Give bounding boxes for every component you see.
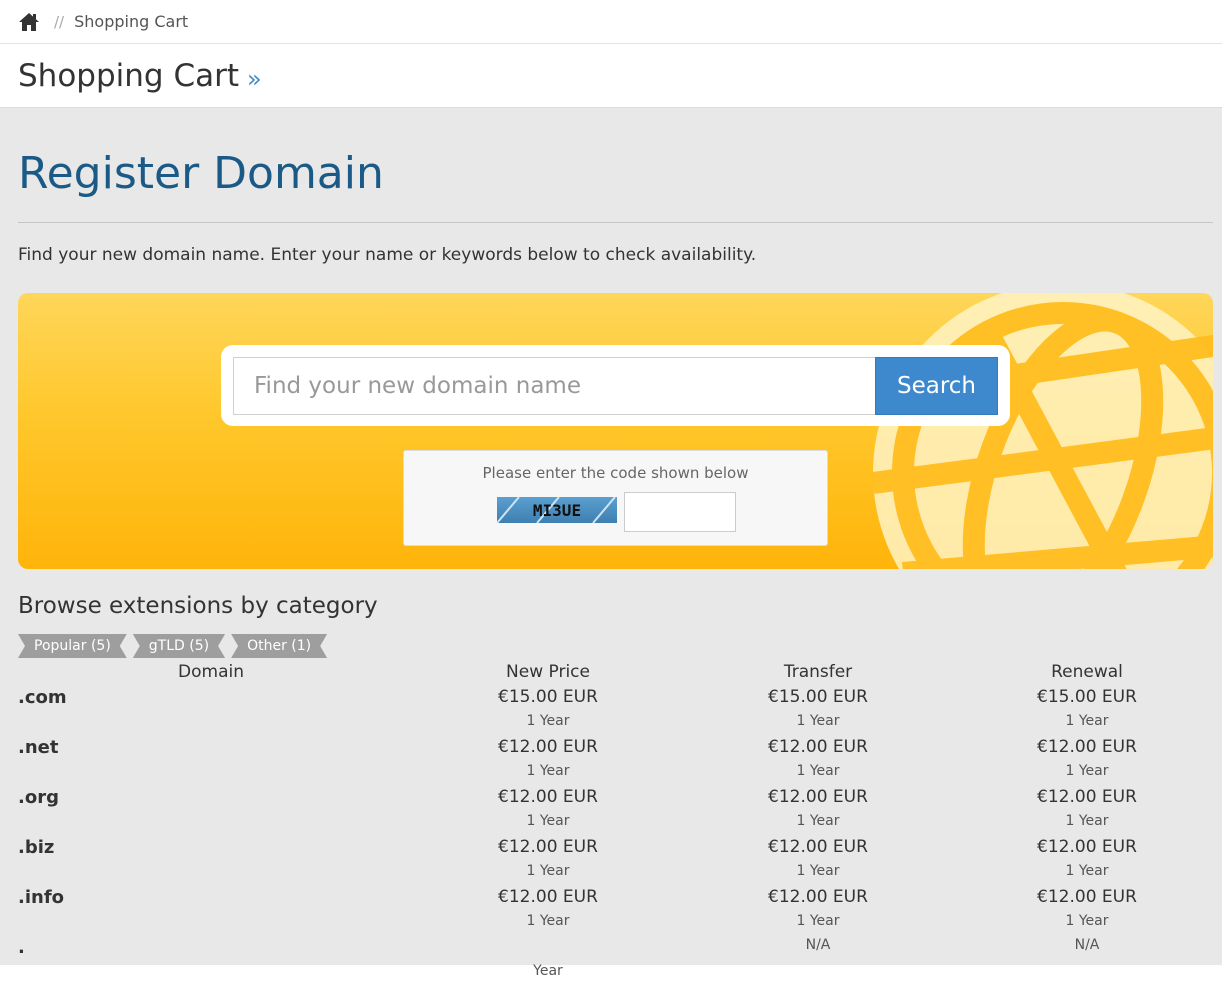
page-title: Shopping Cart [18,57,239,94]
transfer-period: 1 Year [796,763,840,779]
renewal-period: 1 Year [1065,863,1109,879]
browse-extensions-title: Browse extensions by category [18,593,378,619]
intro-text: Find your new domain name. Enter your na… [18,245,757,265]
table-row: .com €15.00 EUR 1 Year €15.00 EUR 1 Year… [18,687,1213,737]
home-icon[interactable] [18,12,40,32]
new-price-period: 1 Year [526,763,570,779]
transfer-period: 1 Year [796,713,840,729]
table-row: .org €12.00 EUR 1 Year €12.00 EUR 1 Year… [18,787,1213,837]
transfer-price: €12.00 EUR [768,887,868,907]
main-content: Register Domain Find your new domain nam… [0,108,1222,979]
transfer-price: €12.00 EUR [768,737,868,757]
new-price-period: 1 Year [526,713,570,729]
new-price-period: Year [533,963,563,979]
transfer-price: €15.00 EUR [768,687,868,707]
captcha-box: Please enter the code shown below MI3UE [403,450,828,546]
transfer-price: €12.00 EUR [768,787,868,807]
renewal-period: 1 Year [1065,763,1109,779]
new-price: €12.00 EUR [498,837,598,857]
renewal-price: €12.00 EUR [1037,887,1137,907]
globe-icon [871,293,1213,569]
transfer-period: 1 Year [796,813,840,829]
page-header: Shopping Cart » [0,44,1222,108]
transfer-period: 1 Year [796,863,840,879]
tag-gtld[interactable]: gTLD (5) [133,634,225,658]
new-price: €12.00 EUR [498,787,598,807]
captcha-image: MI3UE [497,497,617,523]
domain-search-input[interactable] [233,357,875,415]
transfer-period: 1 Year [796,913,840,929]
double-chevron-right-icon: » [246,64,262,93]
renewal-period: 1 Year [1065,813,1109,829]
column-header-transfer: Transfer [783,662,853,682]
domain-search-banner: Search Please enter the code shown below… [18,293,1213,569]
domain-search-form: Search [221,345,1010,426]
renewal-price: N/A [1074,937,1100,953]
new-price: €12.00 EUR [498,887,598,907]
new-price-period: 1 Year [526,813,570,829]
tld-name: .com [18,687,67,708]
renewal-period: 1 Year [1065,713,1109,729]
captcha-code: MI3UE [533,501,581,520]
search-button[interactable]: Search [875,357,998,415]
register-domain-heading: Register Domain [18,148,384,199]
renewal-price: €12.00 EUR [1037,787,1137,807]
column-header-domain: Domain [178,662,244,682]
renewal-price: €12.00 EUR [1037,837,1137,857]
renewal-price: €15.00 EUR [1037,687,1137,707]
new-price: €12.00 EUR [498,737,598,757]
new-price: €15.00 EUR [498,687,598,707]
tag-popular[interactable]: Popular (5) [18,634,127,658]
new-price-period: 1 Year [526,863,570,879]
captcha-label: Please enter the code shown below [482,464,749,482]
captcha-input[interactable] [624,492,736,532]
table-row: .biz €12.00 EUR 1 Year €12.00 EUR 1 Year… [18,837,1213,887]
breadcrumb: // Shopping Cart [0,0,1222,44]
transfer-price: N/A [805,937,831,953]
column-header-new-price: New Price [506,662,590,682]
breadcrumb-current: Shopping Cart [74,12,189,31]
tld-name: . [18,937,25,958]
tld-name: .org [18,787,59,808]
table-row: .info €12.00 EUR 1 Year €12.00 EUR 1 Yea… [18,887,1213,937]
tld-name: .info [18,887,65,908]
renewal-period: 1 Year [1065,913,1109,929]
tld-name: .net [18,737,59,758]
tld-name: .biz [18,837,55,858]
table-row: .net €12.00 EUR 1 Year €12.00 EUR 1 Year… [18,737,1213,787]
new-price-period: 1 Year [526,913,570,929]
breadcrumb-separator: // [54,12,65,31]
column-header-renewal: Renewal [1051,662,1123,682]
tag-other[interactable]: Other (1) [231,634,327,658]
heading-divider [18,222,1213,223]
table-row: . Year N/A N/A [18,937,1213,987]
category-tags: Popular (5) gTLD (5) Other (1) [18,634,1213,658]
renewal-price: €12.00 EUR [1037,737,1137,757]
transfer-price: €12.00 EUR [768,837,868,857]
